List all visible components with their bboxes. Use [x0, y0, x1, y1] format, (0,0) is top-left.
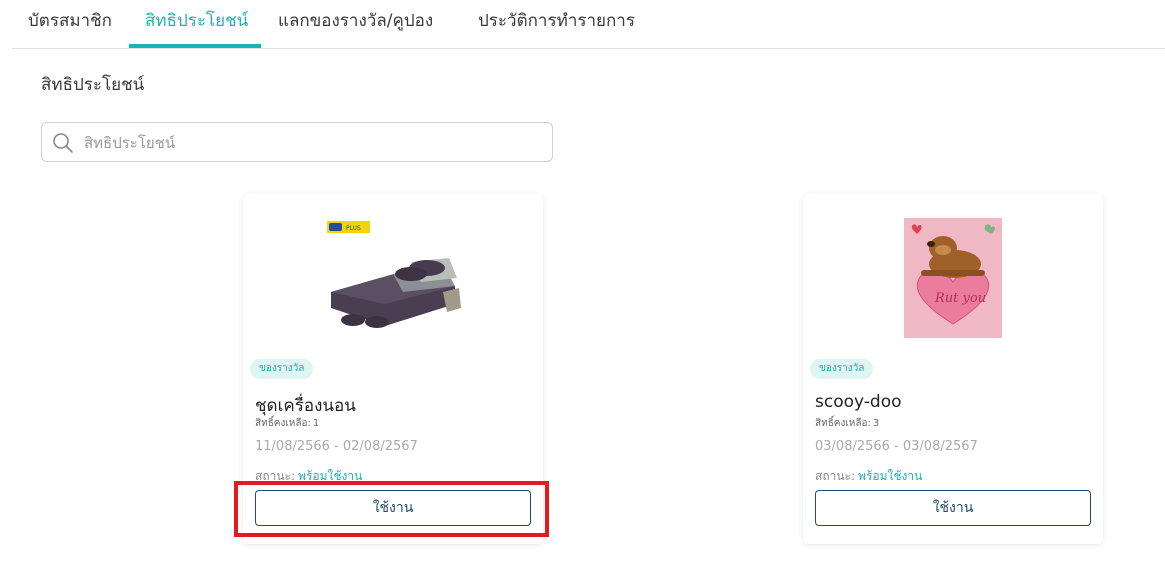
use-button[interactable]: ใช้งาน — [815, 490, 1091, 526]
reward-badge: ของรางวัล — [250, 359, 314, 379]
search-box — [41, 122, 553, 162]
status-value: พร้อมใช้งาน — [298, 469, 363, 483]
page-title: สิทธิประโยชน์ — [41, 75, 145, 95]
use-button[interactable]: ใช้งาน — [255, 490, 531, 526]
reward-badge: ของรางวัล — [810, 359, 874, 379]
card-image-text: Rut you — [934, 291, 986, 306]
card-title: scooy-doo — [815, 392, 902, 412]
tab-redeem-rewards[interactable]: แลกของรางวัล/คูปอง — [278, 0, 433, 48]
tab-membership-card[interactable]: บัตรสมาชิก — [28, 0, 112, 48]
benefit-card: Rut you ของรางวัล scooy-doo สิทธิ์คงเหลื… — [803, 194, 1103, 544]
active-tab-indicator — [129, 44, 261, 48]
tab-transaction-history[interactable]: ประวัติการทำรายการ — [478, 0, 635, 48]
status-label: สถานะ: — [255, 469, 296, 483]
status-value: พร้อมใช้งาน — [858, 469, 923, 483]
remaining-label: สิทธิ์คงเหลือ: — [815, 418, 871, 429]
search-input[interactable] — [82, 129, 546, 157]
tab-bar: บัตรสมาชิก สิทธิประโยชน์ แลกของรางวัล/คู… — [12, 0, 1165, 49]
remaining-label: สิทธิ์คงเหลือ: — [255, 418, 311, 429]
remaining-value: 3 — [872, 418, 880, 429]
scooby-doo-card-image: Rut you — [904, 218, 1002, 338]
bedding-set-image: PLUS — [327, 221, 461, 328]
card-title: ชุดเครื่องนอน — [255, 396, 356, 416]
remaining-value: 1 — [312, 418, 320, 429]
validity-dates: 11/08/2566 - 02/08/2567 — [255, 439, 418, 454]
remaining-rights: สิทธิ์คงเหลือ: 3 — [815, 416, 879, 431]
status-line: สถานะ: พร้อมใช้งาน — [255, 467, 362, 486]
status-line: สถานะ: พร้อมใช้งาน — [815, 467, 922, 486]
benefit-card: PLUS ของรางวัล ชุดเครื่องนอน สิทธิ์คงเหล… — [243, 194, 543, 544]
remaining-rights: สิทธิ์คงเหลือ: 1 — [255, 416, 319, 431]
status-label: สถานะ: — [815, 469, 856, 483]
tab-benefits[interactable]: สิทธิประโยชน์ — [145, 0, 248, 48]
validity-dates: 03/08/2566 - 03/08/2567 — [815, 439, 978, 454]
logo-text: PLUS — [346, 225, 361, 232]
search-icon — [53, 133, 73, 153]
